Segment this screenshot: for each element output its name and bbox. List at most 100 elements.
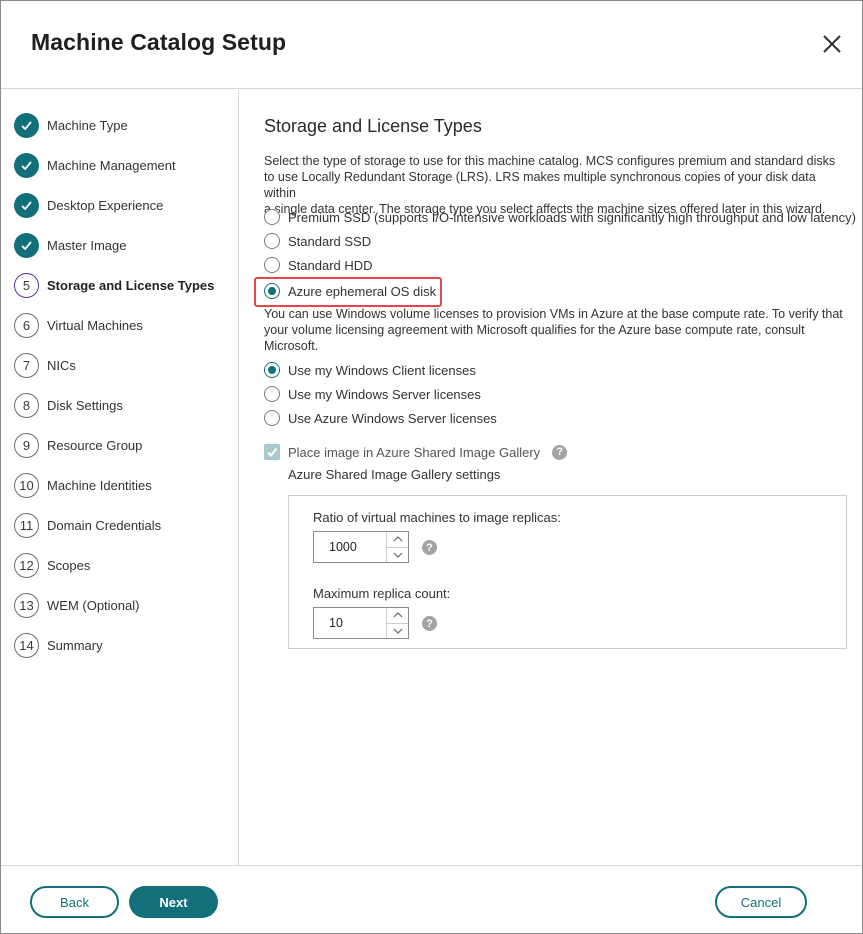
help-icon[interactable]: ?: [422, 616, 437, 631]
radio-label: Premium SSD (supports I/O-intensive work…: [288, 209, 856, 225]
storage-description-line: Select the type of storage to use for th…: [264, 154, 836, 168]
chevron-down-icon: [393, 552, 402, 558]
section-heading: Storage and License Types: [264, 116, 482, 136]
radio-label: Standard HDD: [288, 257, 373, 273]
radio-button[interactable]: [264, 410, 280, 426]
step-label: Machine Type: [47, 117, 128, 133]
step-number: 10: [14, 472, 39, 498]
step-complete-check-icon: [14, 152, 39, 178]
ratio-label: Ratio of virtual machines to image repli…: [313, 510, 561, 525]
step-label: Machine Identities: [47, 477, 152, 493]
chevron-up-icon: [393, 612, 402, 618]
dialog-header: Machine Catalog Setup: [1, 1, 862, 89]
max-replica-stepper[interactable]: 10: [313, 607, 409, 639]
step-number: 11: [14, 512, 39, 538]
radio-label: Standard SSD: [288, 233, 372, 249]
decrement-button[interactable]: [387, 548, 408, 563]
next-button[interactable]: Next: [129, 886, 218, 918]
step-number: 12: [14, 552, 39, 578]
gallery-settings-panel: Ratio of virtual machines to image repli…: [288, 495, 847, 649]
dialog-title: Machine Catalog Setup: [31, 29, 287, 55]
ratio-value[interactable]: 1000: [314, 532, 386, 562]
step-number: 7: [14, 352, 39, 378]
step-label: Virtual Machines: [47, 317, 143, 333]
step-label: Master Image: [47, 237, 127, 253]
step-number: 14: [14, 632, 39, 658]
gallery-settings-label: Azure Shared Image Gallery settings: [288, 467, 501, 482]
radio-label: Use Azure Windows Server licenses: [288, 410, 497, 426]
step-label: Desktop Experience: [47, 197, 164, 213]
shared-image-gallery-checkbox-row[interactable]: Place image in Azure Shared Image Galler…: [264, 442, 568, 462]
checkmark-icon: [267, 447, 278, 458]
step-number: 8: [14, 392, 39, 418]
step-label: Domain Credentials: [47, 517, 162, 533]
wizard-step[interactable]: 12 Scopes: [14, 552, 236, 578]
step-number: 6: [14, 312, 39, 338]
radio-label: Azure ephemeral OS disk: [288, 283, 437, 299]
wizard-step[interactable]: 7 NICs: [14, 352, 236, 378]
wizard-step[interactable]: 9 Resource Group: [14, 432, 236, 458]
step-label: Resource Group: [47, 437, 143, 453]
chevron-up-icon: [393, 536, 402, 542]
radio-standard-ssd[interactable]: Standard SSD: [264, 231, 371, 251]
step-number: 13: [14, 592, 39, 618]
wizard-step[interactable]: 13 WEM (Optional): [14, 592, 236, 618]
cancel-button[interactable]: Cancel: [715, 886, 807, 918]
step-label: Scopes: [47, 557, 91, 573]
step-number: 9: [14, 432, 39, 458]
step-label: WEM (Optional): [47, 597, 140, 613]
close-icon[interactable]: [819, 31, 845, 57]
radio-azure-ephemeral-os-disk[interactable]: Azure ephemeral OS disk: [264, 281, 436, 301]
radio-button[interactable]: [264, 257, 280, 273]
checkbox-label: Place image in Azure Shared Image Galler…: [288, 444, 541, 460]
step-number: 5: [14, 272, 39, 298]
radio-azure-windows-server-licenses[interactable]: Use Azure Windows Server licenses: [264, 408, 497, 428]
wizard-step[interactable]: 8 Disk Settings: [14, 392, 236, 418]
wizard-step[interactable]: Master Image: [14, 232, 236, 258]
main-panel: Storage and License Types Select the typ…: [240, 90, 862, 865]
help-icon[interactable]: ?: [422, 540, 437, 555]
increment-button[interactable]: [387, 608, 408, 624]
license-description: You can use Windows volume licenses to p…: [264, 306, 849, 354]
increment-button[interactable]: [387, 532, 408, 548]
wizard-step[interactable]: 6 Virtual Machines: [14, 312, 236, 338]
step-label: Storage and License Types: [47, 277, 215, 293]
max-replica-value[interactable]: 10: [314, 608, 386, 638]
license-description-line: Microsoft.: [264, 339, 319, 353]
checkbox-checked-disabled[interactable]: [264, 444, 280, 460]
ratio-stepper[interactable]: 1000: [313, 531, 409, 563]
back-button[interactable]: Back: [30, 886, 119, 918]
radio-button-selected[interactable]: [264, 283, 280, 299]
radio-label: Use my Windows Client licenses: [288, 362, 476, 378]
max-replica-label: Maximum replica count:: [313, 586, 451, 601]
step-complete-check-icon: [14, 192, 39, 218]
wizard-step[interactable]: 5 Storage and License Types: [14, 272, 236, 298]
radio-button-selected[interactable]: [264, 362, 280, 378]
radio-windows-server-licenses[interactable]: Use my Windows Server licenses: [264, 384, 481, 404]
license-description-line: You can use Windows volume licenses to p…: [264, 307, 843, 321]
step-label: Machine Management: [47, 157, 176, 173]
wizard-step[interactable]: 11 Domain Credentials: [14, 512, 236, 538]
wizard-step[interactable]: Machine Type: [14, 112, 236, 138]
license-description-line: your volume licensing agreement with Mic…: [264, 323, 805, 337]
radio-button[interactable]: [264, 209, 280, 225]
radio-windows-client-licenses[interactable]: Use my Windows Client licenses: [264, 360, 476, 380]
wizard-step[interactable]: 14 Summary: [14, 632, 236, 658]
step-label: Disk Settings: [47, 397, 123, 413]
wizard-step[interactable]: Desktop Experience: [14, 192, 236, 218]
radio-standard-hdd[interactable]: Standard HDD: [264, 255, 373, 275]
step-label: Summary: [47, 637, 103, 653]
decrement-button[interactable]: [387, 624, 408, 639]
dialog-footer: Back Next Cancel: [1, 865, 862, 934]
step-complete-check-icon: [14, 232, 39, 258]
help-icon[interactable]: ?: [552, 444, 568, 460]
radio-button[interactable]: [264, 233, 280, 249]
radio-button[interactable]: [264, 386, 280, 402]
wizard-step[interactable]: Machine Management: [14, 152, 236, 178]
wizard-steps-sidebar: Machine Type Machine Management Desktop Ex…: [1, 90, 239, 865]
step-complete-check-icon: [14, 112, 39, 138]
radio-premium-ssd[interactable]: Premium SSD (supports I/O-intensive work…: [264, 207, 856, 227]
wizard-step[interactable]: 10 Machine Identities: [14, 472, 236, 498]
chevron-down-icon: [393, 628, 402, 634]
radio-label: Use my Windows Server licenses: [288, 386, 481, 402]
